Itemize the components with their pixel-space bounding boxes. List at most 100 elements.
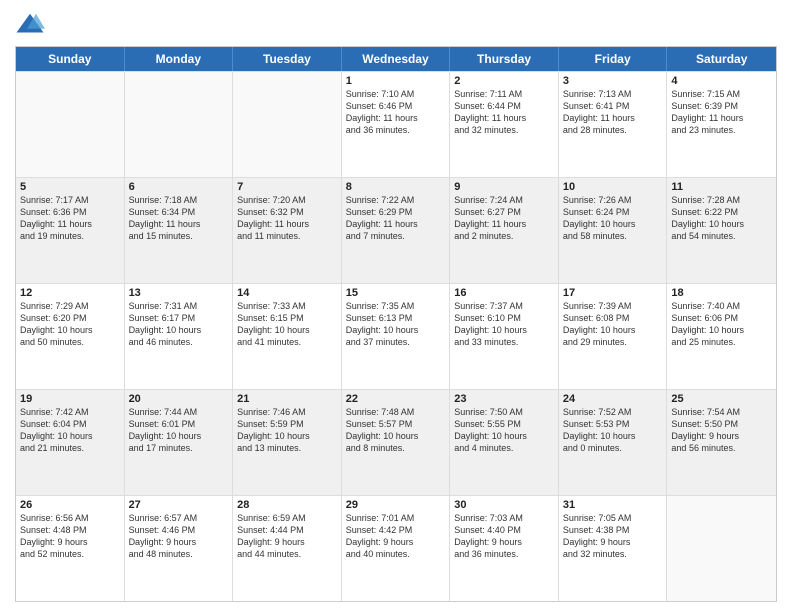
day-info: Sunrise: 6:57 AMSunset: 4:46 PMDaylight:… <box>129 512 229 561</box>
day-cell-30: 30Sunrise: 7:03 AMSunset: 4:40 PMDayligh… <box>450 496 559 601</box>
day-number: 19 <box>20 393 120 405</box>
day-cell-31: 31Sunrise: 7:05 AMSunset: 4:38 PMDayligh… <box>559 496 668 601</box>
day-cell-1: 1Sunrise: 7:10 AMSunset: 6:46 PMDaylight… <box>342 72 451 177</box>
day-number: 2 <box>454 75 554 87</box>
day-cell-12: 12Sunrise: 7:29 AMSunset: 6:20 PMDayligh… <box>16 284 125 389</box>
day-cell-13: 13Sunrise: 7:31 AMSunset: 6:17 PMDayligh… <box>125 284 234 389</box>
empty-cell <box>125 72 234 177</box>
day-cell-18: 18Sunrise: 7:40 AMSunset: 6:06 PMDayligh… <box>667 284 776 389</box>
day-info: Sunrise: 7:05 AMSunset: 4:38 PMDaylight:… <box>563 512 663 561</box>
header-day-saturday: Saturday <box>667 47 776 71</box>
day-cell-21: 21Sunrise: 7:46 AMSunset: 5:59 PMDayligh… <box>233 390 342 495</box>
day-number: 30 <box>454 499 554 511</box>
day-cell-2: 2Sunrise: 7:11 AMSunset: 6:44 PMDaylight… <box>450 72 559 177</box>
day-info: Sunrise: 6:59 AMSunset: 4:44 PMDaylight:… <box>237 512 337 561</box>
header-day-wednesday: Wednesday <box>342 47 451 71</box>
day-info: Sunrise: 7:31 AMSunset: 6:17 PMDaylight:… <box>129 300 229 349</box>
day-number: 23 <box>454 393 554 405</box>
day-number: 17 <box>563 287 663 299</box>
day-number: 1 <box>346 75 446 87</box>
day-cell-28: 28Sunrise: 6:59 AMSunset: 4:44 PMDayligh… <box>233 496 342 601</box>
day-cell-16: 16Sunrise: 7:37 AMSunset: 6:10 PMDayligh… <box>450 284 559 389</box>
day-cell-24: 24Sunrise: 7:52 AMSunset: 5:53 PMDayligh… <box>559 390 668 495</box>
day-info: Sunrise: 7:22 AMSunset: 6:29 PMDaylight:… <box>346 194 446 243</box>
day-info: Sunrise: 7:15 AMSunset: 6:39 PMDaylight:… <box>671 88 772 137</box>
calendar-header: SundayMondayTuesdayWednesdayThursdayFrid… <box>16 47 776 71</box>
day-number: 26 <box>20 499 120 511</box>
day-cell-5: 5Sunrise: 7:17 AMSunset: 6:36 PMDaylight… <box>16 178 125 283</box>
day-cell-17: 17Sunrise: 7:39 AMSunset: 6:08 PMDayligh… <box>559 284 668 389</box>
day-info: Sunrise: 7:03 AMSunset: 4:40 PMDaylight:… <box>454 512 554 561</box>
header <box>15 10 777 40</box>
day-info: Sunrise: 7:50 AMSunset: 5:55 PMDaylight:… <box>454 406 554 455</box>
day-cell-14: 14Sunrise: 7:33 AMSunset: 6:15 PMDayligh… <box>233 284 342 389</box>
day-info: Sunrise: 7:46 AMSunset: 5:59 PMDaylight:… <box>237 406 337 455</box>
day-info: Sunrise: 7:01 AMSunset: 4:42 PMDaylight:… <box>346 512 446 561</box>
header-day-thursday: Thursday <box>450 47 559 71</box>
day-info: Sunrise: 7:40 AMSunset: 6:06 PMDaylight:… <box>671 300 772 349</box>
calendar-week-3: 12Sunrise: 7:29 AMSunset: 6:20 PMDayligh… <box>16 283 776 389</box>
day-number: 29 <box>346 499 446 511</box>
day-number: 4 <box>671 75 772 87</box>
day-number: 16 <box>454 287 554 299</box>
day-cell-4: 4Sunrise: 7:15 AMSunset: 6:39 PMDaylight… <box>667 72 776 177</box>
day-cell-25: 25Sunrise: 7:54 AMSunset: 5:50 PMDayligh… <box>667 390 776 495</box>
day-number: 27 <box>129 499 229 511</box>
day-cell-11: 11Sunrise: 7:28 AMSunset: 6:22 PMDayligh… <box>667 178 776 283</box>
header-day-tuesday: Tuesday <box>233 47 342 71</box>
calendar-body: 1Sunrise: 7:10 AMSunset: 6:46 PMDaylight… <box>16 71 776 601</box>
day-number: 24 <box>563 393 663 405</box>
day-info: Sunrise: 7:33 AMSunset: 6:15 PMDaylight:… <box>237 300 337 349</box>
day-cell-20: 20Sunrise: 7:44 AMSunset: 6:01 PMDayligh… <box>125 390 234 495</box>
day-number: 31 <box>563 499 663 511</box>
day-number: 10 <box>563 181 663 193</box>
day-info: Sunrise: 7:44 AMSunset: 6:01 PMDaylight:… <box>129 406 229 455</box>
day-cell-10: 10Sunrise: 7:26 AMSunset: 6:24 PMDayligh… <box>559 178 668 283</box>
empty-cell <box>233 72 342 177</box>
day-info: Sunrise: 7:11 AMSunset: 6:44 PMDaylight:… <box>454 88 554 137</box>
day-number: 13 <box>129 287 229 299</box>
day-info: Sunrise: 7:18 AMSunset: 6:34 PMDaylight:… <box>129 194 229 243</box>
empty-cell <box>667 496 776 601</box>
day-cell-26: 26Sunrise: 6:56 AMSunset: 4:48 PMDayligh… <box>16 496 125 601</box>
day-info: Sunrise: 7:24 AMSunset: 6:27 PMDaylight:… <box>454 194 554 243</box>
day-info: Sunrise: 7:28 AMSunset: 6:22 PMDaylight:… <box>671 194 772 243</box>
day-cell-27: 27Sunrise: 6:57 AMSunset: 4:46 PMDayligh… <box>125 496 234 601</box>
day-number: 5 <box>20 181 120 193</box>
day-info: Sunrise: 7:37 AMSunset: 6:10 PMDaylight:… <box>454 300 554 349</box>
empty-cell <box>16 72 125 177</box>
day-info: Sunrise: 7:39 AMSunset: 6:08 PMDaylight:… <box>563 300 663 349</box>
day-cell-9: 9Sunrise: 7:24 AMSunset: 6:27 PMDaylight… <box>450 178 559 283</box>
calendar: SundayMondayTuesdayWednesdayThursdayFrid… <box>15 46 777 602</box>
day-cell-29: 29Sunrise: 7:01 AMSunset: 4:42 PMDayligh… <box>342 496 451 601</box>
day-info: Sunrise: 7:20 AMSunset: 6:32 PMDaylight:… <box>237 194 337 243</box>
calendar-week-2: 5Sunrise: 7:17 AMSunset: 6:36 PMDaylight… <box>16 177 776 283</box>
day-number: 15 <box>346 287 446 299</box>
day-number: 22 <box>346 393 446 405</box>
day-info: Sunrise: 7:52 AMSunset: 5:53 PMDaylight:… <box>563 406 663 455</box>
day-info: Sunrise: 7:29 AMSunset: 6:20 PMDaylight:… <box>20 300 120 349</box>
day-number: 12 <box>20 287 120 299</box>
day-info: Sunrise: 7:17 AMSunset: 6:36 PMDaylight:… <box>20 194 120 243</box>
day-info: Sunrise: 7:54 AMSunset: 5:50 PMDaylight:… <box>671 406 772 455</box>
day-info: Sunrise: 6:56 AMSunset: 4:48 PMDaylight:… <box>20 512 120 561</box>
day-number: 11 <box>671 181 772 193</box>
calendar-week-4: 19Sunrise: 7:42 AMSunset: 6:04 PMDayligh… <box>16 389 776 495</box>
calendar-week-1: 1Sunrise: 7:10 AMSunset: 6:46 PMDaylight… <box>16 71 776 177</box>
header-day-sunday: Sunday <box>16 47 125 71</box>
day-cell-15: 15Sunrise: 7:35 AMSunset: 6:13 PMDayligh… <box>342 284 451 389</box>
day-info: Sunrise: 7:13 AMSunset: 6:41 PMDaylight:… <box>563 88 663 137</box>
day-cell-19: 19Sunrise: 7:42 AMSunset: 6:04 PMDayligh… <box>16 390 125 495</box>
header-day-friday: Friday <box>559 47 668 71</box>
day-cell-23: 23Sunrise: 7:50 AMSunset: 5:55 PMDayligh… <box>450 390 559 495</box>
day-cell-8: 8Sunrise: 7:22 AMSunset: 6:29 PMDaylight… <box>342 178 451 283</box>
day-number: 20 <box>129 393 229 405</box>
header-day-monday: Monday <box>125 47 234 71</box>
day-number: 18 <box>671 287 772 299</box>
day-cell-7: 7Sunrise: 7:20 AMSunset: 6:32 PMDaylight… <box>233 178 342 283</box>
day-info: Sunrise: 7:26 AMSunset: 6:24 PMDaylight:… <box>563 194 663 243</box>
day-number: 21 <box>237 393 337 405</box>
day-info: Sunrise: 7:35 AMSunset: 6:13 PMDaylight:… <box>346 300 446 349</box>
day-info: Sunrise: 7:10 AMSunset: 6:46 PMDaylight:… <box>346 88 446 137</box>
calendar-week-5: 26Sunrise: 6:56 AMSunset: 4:48 PMDayligh… <box>16 495 776 601</box>
